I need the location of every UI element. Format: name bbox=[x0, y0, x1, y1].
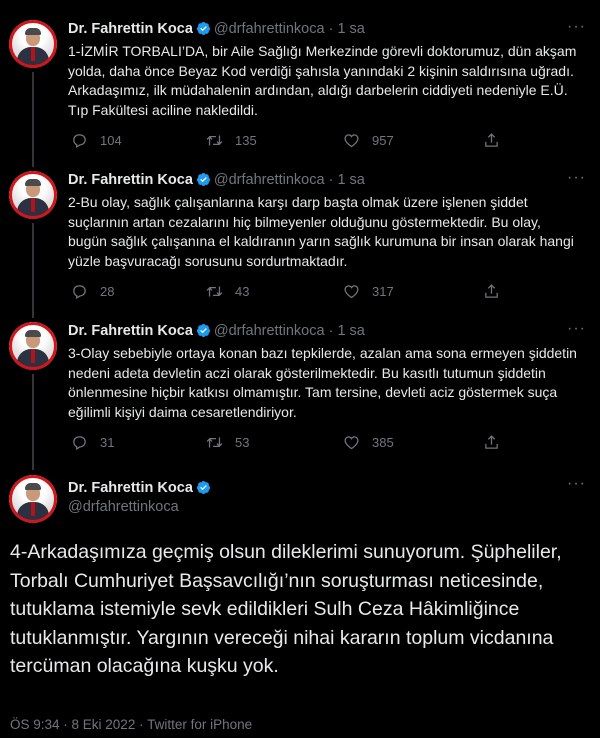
retweet-icon bbox=[206, 437, 223, 448]
author-handle[interactable]: @drfahrettinkoca bbox=[214, 172, 325, 188]
author-name[interactable]: Dr. Fahrettin Koca bbox=[68, 172, 193, 188]
tweet-timestamp[interactable]: ÖS 9:34 · 8 Eki 2022 · Twitter for iPhon… bbox=[10, 717, 252, 732]
avatar[interactable] bbox=[9, 20, 57, 68]
focused-tweet-text: 4-Arkadaşımıza geçmiş olsun dileklerimi … bbox=[10, 541, 562, 677]
more-icon[interactable]: ··· bbox=[567, 475, 586, 493]
tweet-time[interactable]: 1 sa bbox=[337, 21, 364, 37]
author-name[interactable]: Dr. Fahrettin Koca bbox=[68, 21, 193, 37]
author-name[interactable]: Dr. Fahrettin Koca bbox=[68, 480, 193, 496]
share-button[interactable] bbox=[483, 434, 512, 451]
like-count: 957 bbox=[372, 133, 394, 148]
reply-count: 104 bbox=[100, 133, 122, 148]
verified-badge-icon bbox=[196, 480, 210, 495]
like-count: 317 bbox=[372, 284, 394, 299]
author-handle[interactable]: @drfahrettinkoca bbox=[68, 498, 214, 517]
thread-tweet-3[interactable]: Dr. Fahrettin Koca @drfahrettinkoca · 1 s… bbox=[0, 302, 600, 453]
retweet-button[interactable]: 53 bbox=[206, 434, 249, 451]
tweet-text: 2-Bu olay, sağlık çalışanlarına karşı da… bbox=[68, 194, 574, 269]
like-icon bbox=[344, 285, 359, 299]
retweet-count: 53 bbox=[235, 435, 250, 450]
tweet-header: Dr. Fahrettin Koca @drfahrettinkoca · 1 s… bbox=[68, 323, 365, 339]
share-button[interactable] bbox=[483, 283, 512, 300]
more-icon[interactable]: ··· bbox=[567, 169, 586, 187]
tweet-text: 3-Olay sebebiyle ortaya konan bazı tepki… bbox=[68, 345, 577, 420]
share-icon bbox=[485, 284, 498, 298]
reply-icon bbox=[73, 285, 86, 299]
tweet-time[interactable]: 1 sa bbox=[337, 172, 364, 188]
reply-count: 31 bbox=[100, 435, 115, 450]
like-count: 385 bbox=[372, 435, 394, 450]
author-name[interactable]: Dr. Fahrettin Koca bbox=[68, 323, 193, 339]
retweet-button[interactable]: 135 bbox=[206, 132, 257, 149]
more-icon[interactable]: ··· bbox=[567, 320, 586, 338]
author-handle[interactable]: @drfahrettinkoca bbox=[214, 21, 325, 37]
verified-badge-icon bbox=[196, 172, 210, 187]
avatar[interactable] bbox=[9, 475, 57, 523]
author-handle[interactable]: @drfahrettinkoca bbox=[214, 323, 325, 339]
more-icon[interactable]: ··· bbox=[567, 18, 586, 36]
like-icon bbox=[344, 436, 359, 450]
verified-badge-icon bbox=[196, 323, 210, 338]
reply-button[interactable]: 104 bbox=[71, 132, 122, 149]
reply-icon bbox=[73, 436, 86, 450]
retweet-button[interactable]: 43 bbox=[206, 283, 249, 300]
focused-tweet-header: Dr. Fahrettin Koca @drfahrettinkoca bbox=[68, 478, 214, 517]
reply-button[interactable]: 31 bbox=[71, 434, 114, 451]
retweet-count: 135 bbox=[235, 133, 257, 148]
retweet-count: 43 bbox=[235, 284, 250, 299]
avatar[interactable] bbox=[9, 322, 57, 370]
like-icon bbox=[344, 134, 359, 148]
verified-badge-icon bbox=[196, 21, 210, 36]
retweet-icon bbox=[206, 286, 223, 297]
like-button[interactable]: 385 bbox=[343, 434, 394, 451]
tweet-text: 1-İZMİR TORBALI’DA, bir Aile Sağlığı Mer… bbox=[68, 43, 577, 118]
tweet-header: Dr. Fahrettin Koca @drfahrettinkoca · 1 s… bbox=[68, 21, 365, 37]
retweet-icon bbox=[206, 135, 223, 146]
like-button[interactable]: 957 bbox=[343, 132, 394, 149]
thread-tweet-1[interactable]: Dr. Fahrettin Koca @drfahrettinkoca · 1 s… bbox=[0, 0, 600, 151]
share-icon bbox=[485, 133, 498, 147]
share-button[interactable] bbox=[483, 132, 512, 149]
reply-count: 28 bbox=[100, 284, 115, 299]
avatar[interactable] bbox=[9, 171, 57, 219]
reply-icon bbox=[73, 134, 86, 148]
tweet-header: Dr. Fahrettin Koca @drfahrettinkoca · 1 s… bbox=[68, 172, 365, 188]
like-button[interactable]: 317 bbox=[343, 283, 394, 300]
share-icon bbox=[485, 435, 498, 449]
tweet-time[interactable]: 1 sa bbox=[337, 323, 364, 339]
thread-tweet-2[interactable]: Dr. Fahrettin Koca @drfahrettinkoca · 1 s… bbox=[0, 151, 600, 302]
reply-button[interactable]: 28 bbox=[71, 283, 114, 300]
